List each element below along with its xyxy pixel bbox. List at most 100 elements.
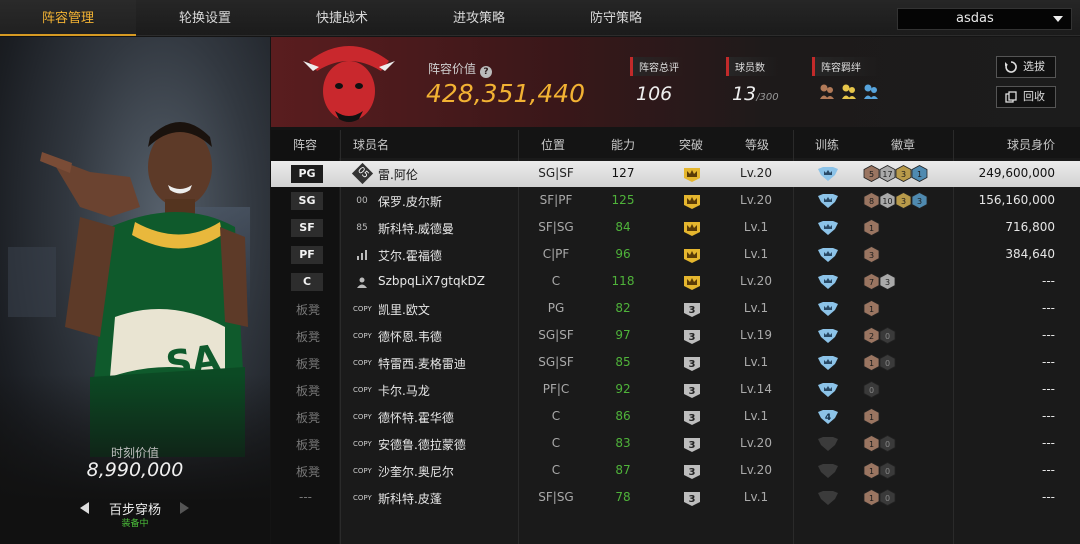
header-lineup[interactable]: 阵容 [293,136,317,153]
table-row[interactable]: C SzbpqLiX7gtqkDZ C 118 Lv.20 7 3 --- [271,269,1080,295]
table-row[interactable]: 板凳 COPY 安德鲁.德拉蒙德 C 83 3 Lv.20 1 0 --- [271,431,1080,457]
badge-hex: 2 [863,327,880,344]
refresh-icon [1005,61,1017,73]
training-icon[interactable] [817,463,839,482]
training-icon[interactable] [817,166,839,185]
badge-icon[interactable]: 17 [879,165,896,182]
badge-list: 5 17 3 1 [863,165,928,182]
header-badges[interactable]: 徽章 [891,136,915,153]
training-icon[interactable] [817,220,839,239]
lineup-value: 428,351,440 [426,79,586,108]
chevron-down-icon [1053,16,1063,22]
rating-label: 阵容总评 [630,57,685,76]
badge-icon[interactable]: 0 [879,354,896,371]
training-icon[interactable]: 4 [817,409,839,428]
table-row[interactable]: 板凳 COPY 德怀恩.韦德 SG|SF 97 3 Lv.19 2 0 --- [271,323,1080,349]
badge-icon[interactable]: 8 [863,192,880,209]
training-icon[interactable] [817,301,839,320]
badge-icon[interactable]: 0 [879,462,896,479]
training-icon[interactable] [817,274,839,293]
header-ability[interactable]: 能力 [611,136,635,153]
moment-value: 8,990,000 [86,459,184,481]
badge-hex: 3 [879,273,896,290]
next-arrow-icon[interactable] [180,502,189,514]
training-icon[interactable] [817,247,839,266]
svg-text:3: 3 [885,278,890,287]
badge-icon[interactable]: 10 [879,192,896,209]
badge-icon[interactable]: 2 [863,327,880,344]
badge-hex: 1 [863,219,880,236]
account-name: asdas [956,11,994,26]
header-position[interactable]: 位置 [541,136,565,153]
tier-3-icon: 3 [683,463,701,482]
badge-icon[interactable]: 0 [863,381,880,398]
training-shield [818,194,838,208]
header-player-name[interactable]: 球员名 [353,136,389,153]
badge-icon[interactable]: 3 [911,192,928,209]
badge-icon[interactable]: 3 [895,165,912,182]
table-row[interactable]: SF 85 斯科特.威德曼 SF|SG 84 Lv.1 1 716,800 [271,215,1080,241]
svg-text:3: 3 [689,494,696,505]
table-row[interactable]: SG 00 保罗.皮尔斯 SF|PF 125 Lv.20 8 10 3 3 156,160,000 [271,188,1080,214]
bench-label: 板凳 [296,303,321,317]
bond-stat: 阵容羁绊 [812,57,880,100]
table-row[interactable]: 板凳 COPY 沙奎尔.奥尼尔 C 87 3 Lv.20 1 0 --- [271,458,1080,484]
tab-lineup[interactable]: 阵容管理 [0,0,136,36]
table-row[interactable]: 板凳 COPY 凯里.欧文 PG 82 3 Lv.1 1 --- [271,296,1080,322]
header-level[interactable]: 等级 [745,136,769,153]
training-icon[interactable] [817,355,839,374]
table-row[interactable]: 板凳 COPY 德怀特.霍华德 C 86 3 Lv.1 4 1 --- [271,404,1080,430]
badge-icon[interactable]: 1 [863,489,880,506]
account-dropdown[interactable]: asdas [897,8,1072,30]
tab-rotation[interactable]: 轮换设置 [137,0,273,36]
badge-icon[interactable]: 1 [863,435,880,452]
lineup-value-label-text: 阵容价值 [428,62,477,76]
header-breakthrough[interactable]: 突破 [679,136,703,153]
training-shield [818,356,838,370]
badge-icon[interactable]: 0 [879,489,896,506]
bond-bronze-icon[interactable] [818,82,836,100]
badge-icon[interactable]: 3 [895,192,912,209]
badge-icon[interactable]: 0 [879,435,896,452]
table-row[interactable]: 板凳 COPY 卡尔.马龙 PF|C 92 3 Lv.14 0 --- [271,377,1080,403]
training-icon[interactable] [817,490,839,509]
player-ability: 127 [611,166,635,180]
badge-icon[interactable]: 0 [879,327,896,344]
select-button[interactable]: 选拔 [996,56,1056,78]
table-row[interactable]: --- COPY 斯科特.皮蓬 SF|SG 78 3 Lv.1 1 0 --- [271,485,1080,511]
header-training[interactable]: 训练 [815,136,839,153]
training-icon[interactable] [817,328,839,347]
training-icon[interactable] [817,436,839,455]
player-level: Lv.1 [743,409,769,423]
player-count-value: 13/300 [732,83,779,105]
header-worth[interactable]: 球员身价 [1007,136,1055,153]
bond-gold-icon[interactable] [840,82,858,100]
training-shield [818,302,838,316]
bond-blue-icon[interactable] [862,82,880,100]
table-row[interactable]: PF 艾尔.霍福德 C|PF 96 Lv.1 3 384,640 [271,242,1080,268]
badge-icon[interactable]: 3 [863,246,880,263]
training-icon[interactable] [817,193,839,212]
tab-defense[interactable]: 防守策略 [548,0,684,36]
badge-icon[interactable]: 1 [863,354,880,371]
recycle-button[interactable]: 回收 [996,86,1056,108]
help-icon[interactable]: ? [480,66,493,78]
badge-icon[interactable]: 1 [863,300,880,317]
table-row[interactable]: PG 05 雷.阿伦 SG|SF 127 Lv.20 5 17 3 1 249,600,000 [271,161,1080,187]
badge-icon[interactable]: 1 [863,219,880,236]
breakthrough-shield [684,168,700,182]
svg-text:10: 10 [882,197,892,206]
badge-icon[interactable]: 1 [863,408,880,425]
player-ability: 78 [615,490,631,504]
tier-3-icon: 3 [683,409,701,428]
badge-icon[interactable]: 1 [911,165,928,182]
player-count: 13 [732,83,757,105]
badge-icon[interactable]: 7 [863,273,880,290]
tab-offense[interactable]: 进攻策略 [411,0,547,36]
training-icon[interactable] [817,382,839,401]
svg-text:0: 0 [885,359,890,368]
badge-icon[interactable]: 5 [863,165,880,182]
badge-icon[interactable]: 3 [879,273,896,290]
badge-icon[interactable]: 1 [863,462,880,479]
table-row[interactable]: 板凳 COPY 特雷西.麦格雷迪 SG|SF 85 3 Lv.1 1 0 --- [271,350,1080,376]
